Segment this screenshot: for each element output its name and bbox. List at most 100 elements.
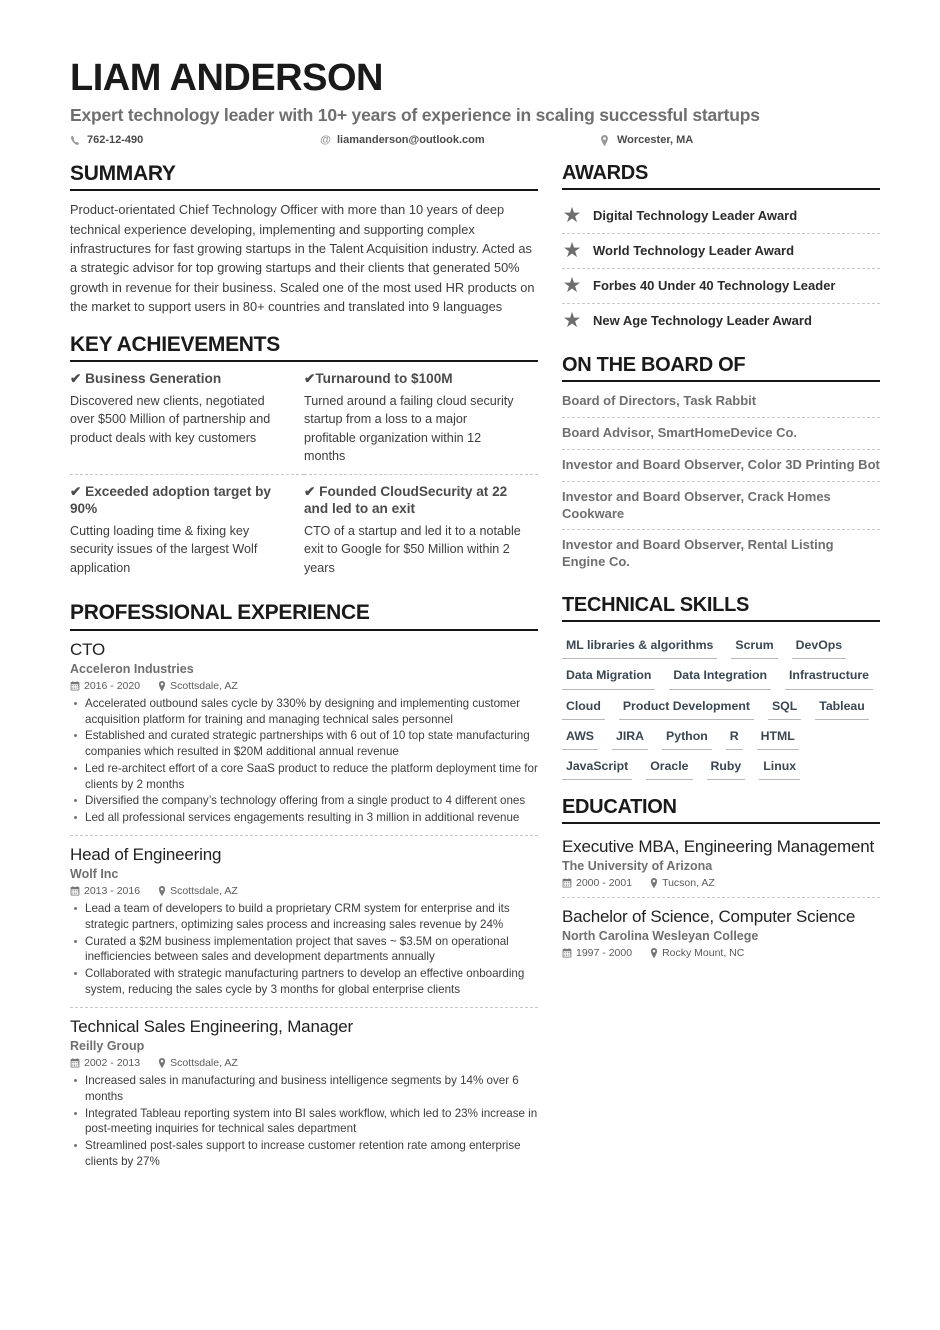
skill-tag: JIRA <box>612 726 649 750</box>
job-bullet: Lead a team of developers to build a pro… <box>70 901 538 933</box>
experience-list: CTO Acceleron Industries 2016 - 2020 Sco… <box>70 640 538 1179</box>
job-meta: 2013 - 2016 Scottsdale, AZ <box>70 885 538 897</box>
education-meta: 1997 - 2000 Rocky Mount, NC <box>562 947 880 959</box>
section-awards: AWARDS ★ Digital Technology Leader Award… <box>562 162 880 338</box>
education-degree: Bachelor of Science, Computer Science <box>562 906 856 926</box>
education-meta: 2000 - 2001 Tucson, AZ <box>562 877 880 889</box>
job-company: Wolf Inc <box>70 867 119 882</box>
map-pin-icon <box>158 1058 166 1068</box>
achievement-title: ✔ Founded CloudSecurity at 22 and led to… <box>304 483 508 516</box>
experience-entry: Head of Engineering Wolf Inc 2013 - 2016… <box>70 834 538 1007</box>
calendar-icon <box>562 947 572 958</box>
skill-tag: Cloud <box>562 696 605 720</box>
section-title-education: EDUCATION <box>562 796 880 824</box>
calendar-icon <box>70 886 80 896</box>
star-icon: ★ <box>562 309 582 333</box>
left-column: SUMMARY Product-orientated Chief Technol… <box>70 162 538 1195</box>
skill-tag: AWS <box>562 726 599 750</box>
skill-tag: ML libraries & algorithms <box>562 635 718 660</box>
section-board: ON THE BOARD OF Board of Directors, Task… <box>562 354 880 578</box>
skill-tag: Infrastructure <box>785 665 873 690</box>
skill-tag: Linux <box>759 756 801 780</box>
section-title-key-achievements: KEY ACHIEVEMENTS <box>70 333 538 362</box>
education-list: Executive MBA, Engineering Management Th… <box>562 833 880 967</box>
skill-tag: Ruby <box>706 756 746 780</box>
contact-phone[interactable]: 762-12-490 <box>70 134 320 146</box>
award-name: Forbes 40 Under 40 Technology Leader <box>593 277 836 293</box>
section-title-technical-skills: TECHNICAL SKILLS <box>562 594 880 623</box>
section-title-awards: AWARDS <box>562 162 880 191</box>
resume-page: LIAM ANDERSON Expert technology leader w… <box>0 0 940 1330</box>
achievement-item: ✔ Founded CloudSecurity at 22 and led to… <box>304 484 538 585</box>
education-location: Rocky Mount, NC <box>662 946 745 959</box>
achievement-title: ✔ Exceeded adoption target by 90% <box>70 483 271 516</box>
resume-columns: SUMMARY Product-orientated Chief Technol… <box>70 162 880 1195</box>
map-pin-icon <box>600 134 611 146</box>
candidate-headline: Expert technology leader with 10+ years … <box>70 105 760 126</box>
achievement-title: ✔Turnaround to $100M <box>304 370 453 386</box>
map-pin-icon <box>650 947 658 958</box>
job-meta: 2016 - 2020 Scottsdale, AZ <box>70 680 538 692</box>
contact-location-value: Worcester, MA <box>617 134 694 147</box>
job-company: Acceleron Industries <box>70 661 194 676</box>
skill-tag: HTML <box>756 726 799 750</box>
job-bullet: Collaborated with strategic manufacturin… <box>70 966 538 998</box>
job-bullets: Increased sales in manufacturing and bus… <box>70 1073 538 1170</box>
job-bullet: Integrated Tableau reporting system into… <box>70 1106 538 1138</box>
job-bullet: Accelerated outbound sales cycle by 330%… <box>70 696 538 728</box>
skill-tag: R <box>725 726 743 750</box>
achievement-title: ✔ Business Generation <box>70 370 222 386</box>
job-bullet: Streamlined post-sales support to increa… <box>70 1138 538 1170</box>
skill-tag: Data Migration <box>562 665 656 690</box>
contact-email[interactable]: @ liamanderson@outlook.com <box>320 134 600 146</box>
job-bullet: Curated a $2M business implementation pr… <box>70 934 538 966</box>
map-pin-icon <box>158 680 166 691</box>
job-bullet: Led re-architect effort of a core SaaS p… <box>70 761 538 793</box>
star-icon: ★ <box>562 239 582 263</box>
job-bullet: Diversified the company’s technology off… <box>70 793 538 809</box>
summary-text: Product-orientated Chief Technology Offi… <box>70 202 535 315</box>
achievement-description: CTO of a startup and led it to a notable… <box>304 523 521 575</box>
achievement-item: ✔Turnaround to $100M Turned around a fai… <box>304 371 538 475</box>
job-dates: 2016 - 2020 <box>84 679 141 692</box>
board-item: Board of Directors, Task Rabbit <box>562 393 757 409</box>
board-list: Board of Directors, Task Rabbit Board Ad… <box>562 391 880 578</box>
skill-tag: Data Integration <box>669 665 772 690</box>
at-sign-icon: @ <box>320 133 331 146</box>
calendar-icon <box>70 680 80 691</box>
section-title-board: ON THE BOARD OF <box>562 354 880 383</box>
job-bullet: Led all professional services engagement… <box>70 810 538 826</box>
job-location: Scottsdale, AZ <box>170 679 238 692</box>
achievement-item: ✔ Exceeded adoption target by 90% Cuttin… <box>70 484 304 585</box>
achievement-item: ✔ Business Generation Discovered new cli… <box>70 371 304 475</box>
resume-header: LIAM ANDERSON Expert technology leader w… <box>70 57 880 146</box>
education-dates: 2000 - 2001 <box>576 876 633 889</box>
map-pin-icon <box>650 877 658 888</box>
achievement-description: Turned around a failing cloud security s… <box>304 393 514 464</box>
section-education: EDUCATION Executive MBA, Engineering Man… <box>562 796 880 967</box>
award-item: ★ Digital Technology Leader Award <box>562 199 880 233</box>
job-role: CTO <box>70 639 105 659</box>
board-item: Investor and Board Observer, Rental List… <box>562 529 880 578</box>
job-company: Reilly Group <box>70 1039 145 1054</box>
right-column: AWARDS ★ Digital Technology Leader Award… <box>562 162 880 983</box>
achievement-description: Discovered new clients, negotiated over … <box>70 393 271 445</box>
job-dates: 2002 - 2013 <box>84 1057 141 1070</box>
award-item: ★ Forbes 40 Under 40 Technology Leader <box>562 268 880 303</box>
contact-email-value: liamanderson@outlook.com <box>337 134 485 147</box>
experience-entry: CTO Acceleron Industries 2016 - 2020 Sco… <box>70 640 538 835</box>
education-school: North Carolina Wesleyan College <box>562 928 759 943</box>
skill-tag: Product Development <box>618 696 754 720</box>
candidate-name: LIAM ANDERSON <box>70 57 383 99</box>
board-item: Investor and Board Observer, Color 3D Pr… <box>562 448 880 481</box>
section-title-summary: SUMMARY <box>70 162 538 192</box>
job-location: Scottsdale, AZ <box>170 885 238 898</box>
skill-tag: SQL <box>767 696 802 720</box>
job-role: Head of Engineering <box>70 844 222 864</box>
education-entry: Bachelor of Science, Computer Science No… <box>562 896 880 967</box>
job-location: Scottsdale, AZ <box>170 1057 238 1070</box>
skill-tag: DevOps <box>791 635 847 660</box>
contact-location: Worcester, MA <box>600 134 693 146</box>
board-item: Investor and Board Observer, Crack Homes… <box>562 480 880 530</box>
award-item: ★ World Technology Leader Award <box>562 233 880 268</box>
